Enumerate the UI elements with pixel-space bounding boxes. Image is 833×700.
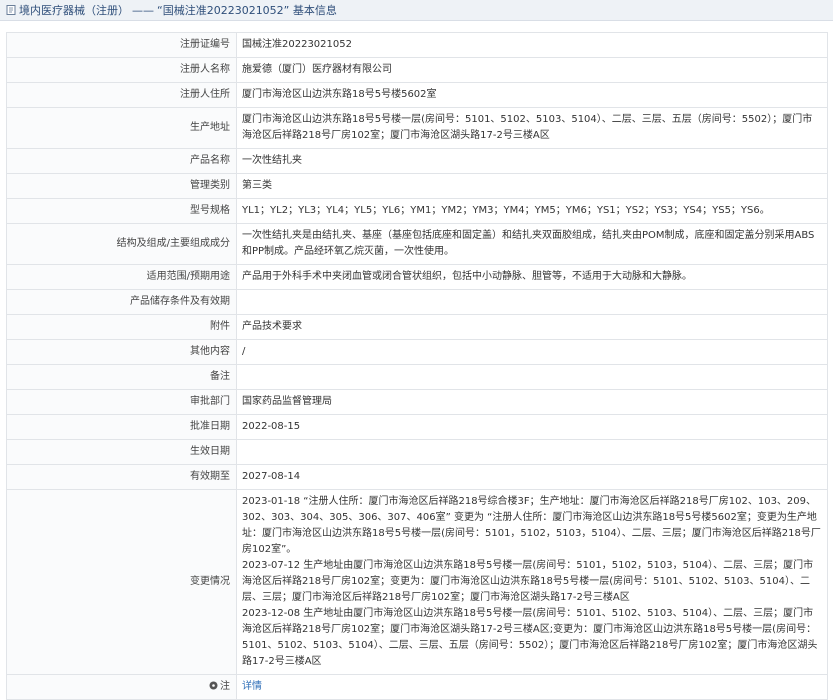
row-value <box>236 289 828 315</box>
table-row: 有效期至 2027-08-14 <box>6 464 828 490</box>
change-entry: 2023-07-12 生产地址由厦门市海沧区山边洪东路18号5号楼一层(房间号：… <box>242 560 814 603</box>
breadcrumb-link[interactable]: 境内医疗器械（注册） <box>19 2 129 18</box>
row-label: 产品储存条件及有效期 <box>6 289 237 315</box>
row-value: 产品技术要求 <box>236 314 828 340</box>
row-value: 厦门市海沧区山边洪东路18号5号楼一层(房间号：5101、5102、5103、5… <box>236 107 828 149</box>
table-row: 结构及组成/主要组成成分 一次性结扎夹是由结扎夹、基座（基座包括底座和固定盖）和结… <box>6 223 828 265</box>
table-row: 生产地址 厦门市海沧区山边洪东路18号5号楼一层(房间号：5101、5102、51… <box>6 107 828 149</box>
row-label: 适用范围/预期用途 <box>6 264 237 290</box>
row-label: 注册证编号 <box>6 32 237 58</box>
row-label: 审批部门 <box>6 389 237 415</box>
row-value: 国家药品监督管理局 <box>236 389 828 415</box>
row-value <box>236 439 828 465</box>
row-label: 注册人名称 <box>6 57 237 83</box>
table-row: 产品名称 一次性结扎夹 <box>6 148 828 174</box>
table-row: 注册人名称 施爱德（厦门）医疗器材有限公司 <box>6 57 828 83</box>
table-row-changes: 变更情况 2023-01-18 “注册人住所：厦门市海沧区后祥路218号综合楼3… <box>6 489 828 675</box>
change-entry: 2023-01-18 “注册人住所：厦门市海沧区后祥路218号综合楼3F；生产地… <box>242 496 821 555</box>
document-icon <box>6 5 16 15</box>
row-label: 生效日期 <box>6 439 237 465</box>
row-label: 产品名称 <box>6 148 237 174</box>
breadcrumb-separator: —— <box>132 3 154 17</box>
table-row: 审批部门 国家药品监督管理局 <box>6 389 828 415</box>
row-value: 2027-08-14 <box>236 464 828 490</box>
change-entry: 2023-12-08 生产地址由厦门市海沧区山边洪东路18号5号楼一层(房间号：… <box>242 608 818 667</box>
table-row: 适用范围/预期用途 产品用于外科手术中夹闭血管或闭合管状组织，包括中小动静脉、胆管… <box>6 264 828 290</box>
row-value <box>236 364 828 390</box>
row-value: 2022-08-15 <box>236 414 828 440</box>
details-link[interactable]: 详情 <box>242 681 262 692</box>
changes-label: 变更情况 <box>6 489 237 675</box>
tag-icon <box>209 680 218 690</box>
row-label: 其他内容 <box>6 339 237 365</box>
row-value: 施爱德（厦门）医疗器材有限公司 <box>236 57 828 83</box>
table-row: 备注 <box>6 364 828 390</box>
row-label: 有效期至 <box>6 464 237 490</box>
table-row: 注册人住所 厦门市海沧区山边洪东路18号5号楼5602室 <box>6 82 828 108</box>
table-row: 批准日期 2022-08-15 <box>6 414 828 440</box>
row-label: 批准日期 <box>6 414 237 440</box>
footer-label-cell: 注 <box>6 674 237 700</box>
row-label: 管理类别 <box>6 173 237 199</box>
table-row: 产品储存条件及有效期 <box>6 289 828 315</box>
row-value: 一次性结扎夹是由结扎夹、基座（基座包括底座和固定盖）和结扎夹双面胶组成，结扎夹由… <box>236 223 828 265</box>
table-row: 注册证编号 国械注准20223021052 <box>6 32 828 58</box>
row-label: 生产地址 <box>6 107 237 149</box>
row-label: 型号规格 <box>6 198 237 224</box>
page-title: “国械注准20223021052” 基本信息 <box>157 4 337 17</box>
table-row: 管理类别 第三类 <box>6 173 828 199</box>
row-value: 厦门市海沧区山边洪东路18号5号楼5602室 <box>236 82 828 108</box>
table-row-footer: 注 详情 <box>6 674 828 700</box>
footer-label: 注 <box>220 681 230 692</box>
row-label: 备注 <box>6 364 237 390</box>
row-label: 注册人住所 <box>6 82 237 108</box>
page: 境内医疗器械（注册） —— “国械注准20223021052” 基本信息 注册证… <box>0 0 833 700</box>
detail-table: 注册证编号 国械注准20223021052 注册人名称 施爱德（厦门）医疗器材有限公… <box>6 32 828 700</box>
detail-table-wrapper: 注册证编号 国械注准20223021052 注册人名称 施爱德（厦门）医疗器材有限公… <box>6 32 828 700</box>
row-label: 附件 <box>6 314 237 340</box>
row-value: 国械注准20223021052 <box>236 32 828 58</box>
table-row: 其他内容 / <box>6 339 828 365</box>
table-row: 型号规格 YL1；YL2；YL3；YL4；YL5；YL6；YM1；YM2；YM3；… <box>6 198 828 224</box>
table-row: 生效日期 <box>6 439 828 465</box>
breadcrumb-bar: 境内医疗器械（注册） —— “国械注准20223021052” 基本信息 <box>0 0 833 21</box>
table-row: 附件 产品技术要求 <box>6 314 828 340</box>
changes-value: 2023-01-18 “注册人住所：厦门市海沧区后祥路218号综合楼3F；生产地… <box>236 489 828 675</box>
row-value: 产品用于外科手术中夹闭血管或闭合管状组织，包括中小动静脉、胆管等，不适用于大动脉… <box>236 264 828 290</box>
row-value: 第三类 <box>236 173 828 199</box>
row-value: YL1；YL2；YL3；YL4；YL5；YL6；YM1；YM2；YM3；YM4；… <box>236 198 828 224</box>
row-value: / <box>236 339 828 365</box>
row-value: 一次性结扎夹 <box>236 148 828 174</box>
footer-value-cell: 详情 <box>236 674 828 700</box>
row-label: 结构及组成/主要组成成分 <box>6 223 237 265</box>
